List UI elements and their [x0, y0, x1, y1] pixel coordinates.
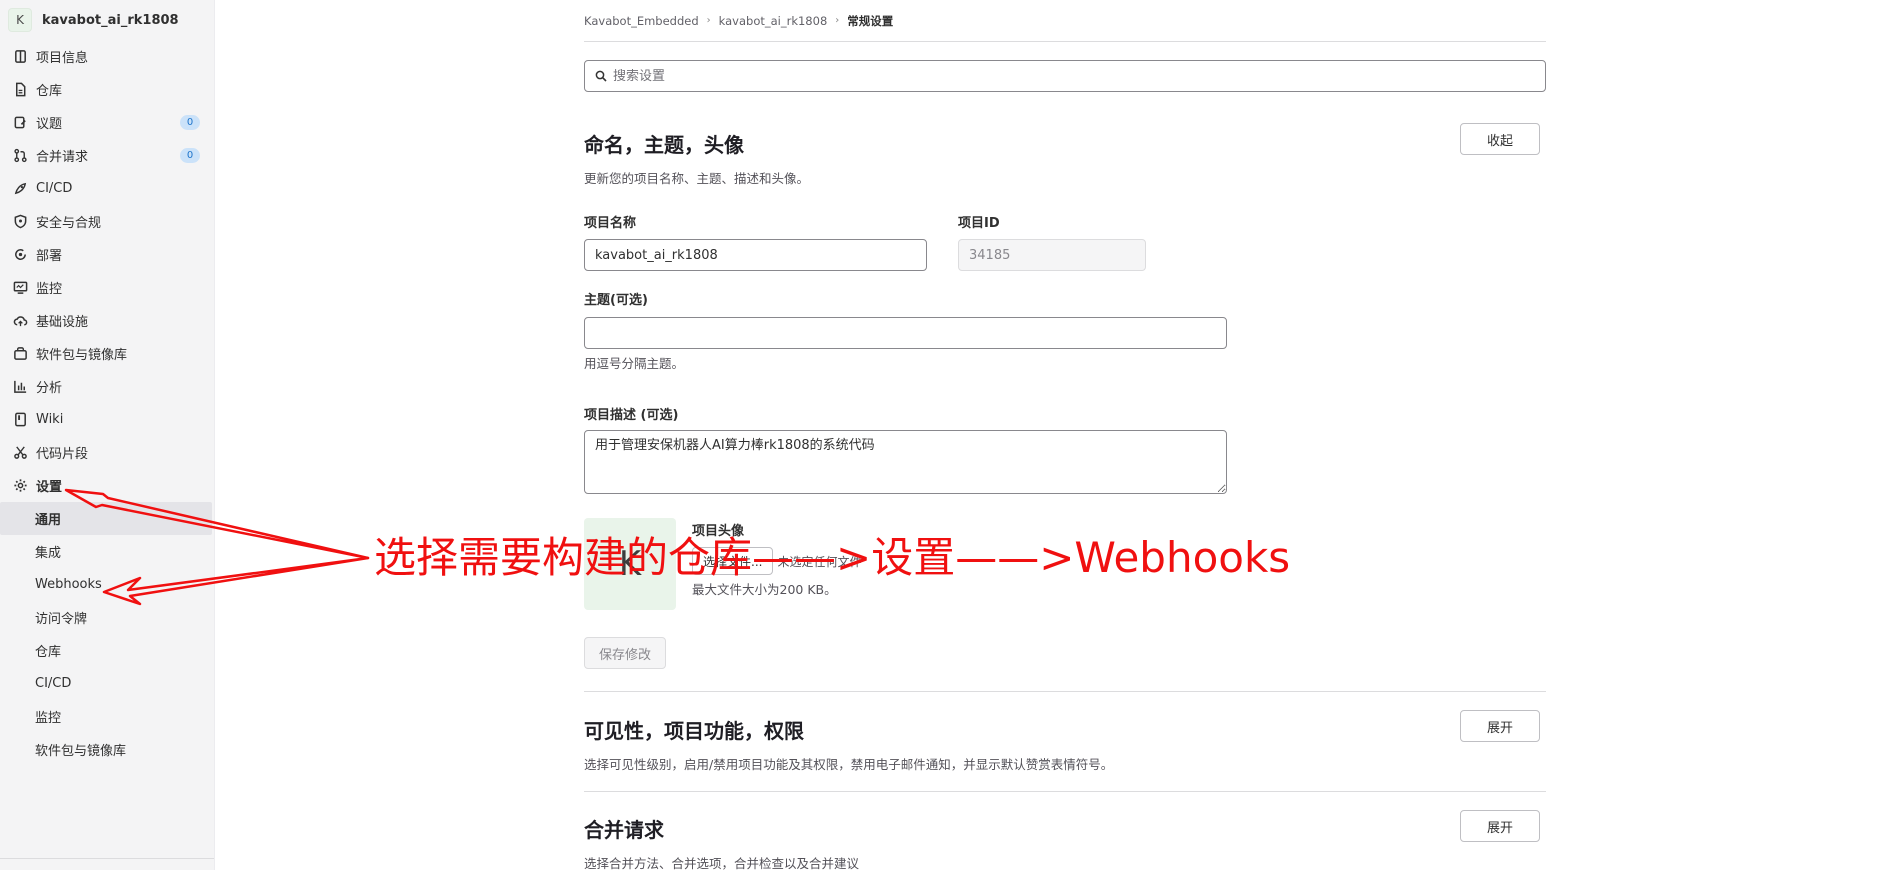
chevron-right-icon: › [835, 15, 840, 26]
sidebar-item-label: 议题 [36, 117, 63, 132]
sidebar-item-label: 设置 [36, 480, 63, 495]
sidebar-item-label: 部署 [36, 249, 63, 264]
settings-sub-ci-cd[interactable]: CI/CD [0, 667, 214, 700]
rocket-icon [12, 181, 28, 197]
sidebar-item-issues[interactable]: 议题 0 [0, 106, 214, 139]
sidebar-item-security[interactable]: 安全与合规 [0, 205, 214, 238]
settings-sub-webhooks[interactable]: Webhooks [0, 568, 214, 601]
visibility-expand-button[interactable]: 展开 [1460, 710, 1540, 742]
settings-sub-integrations[interactable]: 集成 [0, 535, 214, 568]
sidebar-nav: 项目信息 仓库 议题 0 合并请求 0 CI/CD 安全与合规 部署 监控 基础… [0, 40, 214, 502]
breadcrumb: Kavabot_Embedded › kavabot_ai_rk1808 › 常… [584, 0, 1546, 42]
merge-section-description: 选择合并方法、合并选项，合并检查以及合并建议 [584, 856, 860, 870]
sidebar-item-wiki[interactable]: Wiki [0, 403, 214, 436]
sidebar-item-snippets[interactable]: 代码片段 [0, 436, 214, 469]
sidebar-item-monitor[interactable]: 监控 [0, 271, 214, 304]
sidebar-item-label: 软件包与镜像库 [36, 348, 128, 363]
settings-sub-access-tokens[interactable]: 访问令牌 [0, 601, 214, 634]
description-group: 项目描述 (可选) 用于管理安保机器人AI算力棒rk1808的系统代码 [584, 404, 1546, 494]
section-divider [584, 791, 1546, 792]
project-name-input[interactable] [584, 239, 927, 271]
topics-group: 主题(可选) 用逗号分隔主题。 [584, 289, 1546, 372]
sidebar-bottom-divider [0, 858, 214, 870]
project-name: kavabot_ai_rk1808 [42, 12, 179, 28]
visibility-section: 可见性，项目功能，权限 展开 选择可见性级别，启用/禁用项目功能及其权限，禁用电… [584, 710, 1546, 773]
breadcrumb-project[interactable]: kavabot_ai_rk1808 [719, 14, 828, 28]
sidebar-item-packages[interactable]: 软件包与镜像库 [0, 337, 214, 370]
package-icon [12, 346, 28, 362]
naming-section-description: 更新您的项目名称、主题、描述和头像。 [584, 171, 810, 186]
monitor-icon [12, 280, 28, 296]
collapse-button[interactable]: 收起 [1460, 123, 1540, 155]
description-textarea[interactable]: 用于管理安保机器人AI算力棒rk1808的系统代码 [584, 430, 1227, 494]
topics-help: 用逗号分隔主题。 [584, 356, 685, 371]
project-name-group: 项目名称 [584, 212, 927, 271]
chart-icon [12, 379, 28, 395]
sidebar-item-label: 安全与合规 [36, 216, 102, 231]
sidebar-item-analytics[interactable]: 分析 [0, 370, 214, 403]
search-input[interactable] [613, 68, 1535, 84]
search-icon [595, 70, 607, 82]
merge-request-icon [12, 148, 28, 164]
project-id-input [958, 239, 1146, 271]
issues-count-badge: 0 [180, 115, 200, 130]
sidebar-item-label: 合并请求 [36, 150, 89, 165]
scissors-icon [12, 445, 28, 461]
save-changes-button[interactable]: 保存修改 [584, 637, 666, 669]
chevron-right-icon: › [706, 15, 711, 26]
breadcrumb-group[interactable]: Kavabot_Embedded [584, 14, 699, 28]
annotation-text: 选择需要构建的仓库——>设置——>Webhooks [374, 533, 1291, 582]
visibility-section-description: 选择可见性级别，启用/禁用项目功能及其权限，禁用电子邮件通知，并显示默认赞赏表情… [584, 757, 1114, 772]
settings-sub-general[interactable]: 通用 [0, 502, 212, 535]
sidebar-item-deployments[interactable]: 部署 [0, 238, 214, 271]
sidebar: K kavabot_ai_rk1808 项目信息 仓库 议题 0 合并请求 0 … [0, 0, 215, 870]
book-icon [12, 412, 28, 428]
sidebar-item-merge-requests[interactable]: 合并请求 0 [0, 139, 214, 172]
shield-icon [12, 214, 28, 230]
breadcrumb-current: 常规设置 [847, 13, 894, 28]
sidebar-item-label: 仓库 [36, 84, 63, 99]
merge-expand-button[interactable]: 展开 [1460, 810, 1540, 842]
project-id-group: 项目ID [958, 212, 1146, 271]
sidebar-item-label: 基础设施 [36, 315, 89, 330]
sidebar-item-ci-cd[interactable]: CI/CD [0, 172, 214, 205]
sidebar-item-label: 项目信息 [36, 51, 89, 66]
settings-sub-monitor[interactable]: 监控 [0, 700, 214, 733]
name-id-row: 项目名称 项目ID [584, 212, 1546, 271]
cloud-icon [12, 313, 28, 329]
project-icon [12, 49, 28, 65]
sidebar-item-label: Wiki [36, 412, 64, 427]
sidebar-item-repository[interactable]: 仓库 [0, 73, 214, 106]
sidebar-item-settings[interactable]: 设置 [0, 469, 214, 502]
naming-section-title: 命名，主题，头像 [584, 133, 744, 157]
settings-sub-packages[interactable]: 软件包与镜像库 [0, 733, 214, 766]
sidebar-item-label: 分析 [36, 381, 63, 396]
gear-icon [12, 478, 28, 494]
project-id-label: 项目ID [958, 216, 1000, 231]
sidebar-item-label: CI/CD [36, 181, 73, 196]
topics-label: 主题(可选) [584, 293, 648, 308]
merge-section-title: 合并请求 [584, 818, 664, 842]
section-divider [584, 691, 1546, 692]
deploy-icon [12, 247, 28, 263]
settings-submenu: 通用 集成 Webhooks 访问令牌 仓库 CI/CD 监控 软件包与镜像库 [0, 502, 214, 766]
issues-icon [12, 115, 28, 131]
merge-requests-count-badge: 0 [180, 148, 200, 163]
project-name-label: 项目名称 [584, 216, 637, 231]
project-avatar: K [8, 8, 32, 32]
visibility-section-title: 可见性，项目功能，权限 [584, 719, 804, 743]
settings-sub-repository[interactable]: 仓库 [0, 634, 214, 667]
sidebar-item-label: 监控 [36, 282, 63, 297]
description-label: 项目描述 (可选) [584, 408, 679, 423]
sidebar-item-label: 代码片段 [36, 447, 89, 462]
project-header[interactable]: K kavabot_ai_rk1808 [0, 0, 214, 40]
topics-input[interactable] [584, 317, 1227, 349]
sidebar-item-project-info[interactable]: 项目信息 [0, 40, 214, 73]
naming-section: 命名，主题，头像 收起 更新您的项目名称、主题、描述和头像。 [584, 123, 1546, 187]
sidebar-item-infrastructure[interactable]: 基础设施 [0, 304, 214, 337]
main-content: Kavabot_Embedded › kavabot_ai_rk1808 › 常… [584, 0, 1546, 870]
doc-icon [12, 82, 28, 98]
merge-section: 合并请求 展开 选择合并方法、合并选项，合并检查以及合并建议 [584, 810, 1546, 870]
search-settings-box[interactable] [584, 60, 1546, 92]
